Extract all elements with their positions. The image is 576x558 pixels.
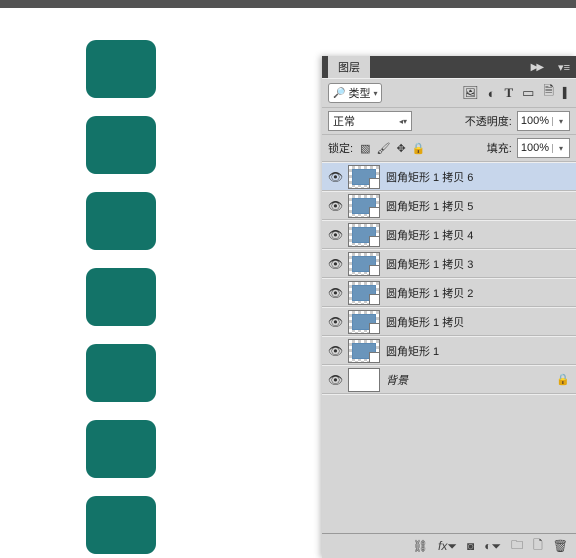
layer-name[interactable]: 圆角矩形 1: [386, 343, 439, 359]
layer-row[interactable]: 👁 圆角矩形 1 拷贝 3: [322, 249, 576, 278]
lock-transparency-icon[interactable]: ▧: [360, 142, 370, 155]
visibility-toggle-icon[interactable]: 👁: [328, 286, 342, 300]
visibility-toggle-icon[interactable]: 👁: [328, 257, 342, 271]
layers-list: 👁 圆角矩形 1 拷贝 6 👁 圆角矩形 1 拷贝 5 👁 圆角矩形 1 拷贝 4 👁 圆角矩…: [322, 162, 576, 394]
rounded-rect-shape[interactable]: [86, 496, 156, 554]
search-icon: 🔎: [333, 88, 345, 99]
rounded-rect-shape[interactable]: [86, 344, 156, 402]
layer-row[interactable]: 👁 圆角矩形 1: [322, 336, 576, 365]
blend-mode-value: 正常: [333, 113, 355, 129]
shape-thumbnail[interactable]: [348, 165, 380, 189]
rounded-rect-shape[interactable]: [86, 268, 156, 326]
lock-icon: 🔒: [556, 373, 570, 386]
layer-style-icon[interactable]: fx⏷: [438, 539, 457, 554]
layer-name[interactable]: 圆角矩形 1 拷贝 5: [386, 198, 473, 214]
visibility-toggle-icon[interactable]: 👁: [328, 170, 342, 184]
expand-tabs-icon[interactable]: ▶▶: [531, 62, 542, 73]
layer-row[interactable]: 👁 圆角矩形 1 拷贝 4: [322, 220, 576, 249]
layer-row[interactable]: 👁 圆角矩形 1 拷贝 2: [322, 278, 576, 307]
layers-panel: 图层 ▶▶ ▾≡ 🔎 类型 ▾ 🖼 ◐ T ▭ 🗎 ▌ 正常 ◂▾ 不透明度: …: [322, 56, 576, 558]
layer-kind-filter[interactable]: 🔎 类型 ▾: [328, 83, 382, 103]
canvas-shapes: [86, 40, 156, 554]
tab-layers[interactable]: 图层: [328, 56, 370, 78]
layer-name[interactable]: 背景: [386, 372, 408, 388]
visibility-toggle-icon[interactable]: 👁: [328, 228, 342, 242]
layer-row[interactable]: 👁 圆角矩形 1 拷贝 5: [322, 191, 576, 220]
lock-image-icon[interactable]: 🖌: [376, 142, 390, 155]
shape-thumbnail[interactable]: [348, 194, 380, 218]
panel-footer: ⛓ fx⏷ ◙ ◐⏷ 🗀 🗋 🗑: [322, 533, 576, 558]
pixel-filter-icon[interactable]: 🖼: [462, 85, 479, 101]
lock-fill-row: 锁定: ▧ 🖌 ✥ 🔒 填充: 100% ▾: [322, 135, 576, 162]
lock-label: 锁定:: [328, 140, 353, 156]
opacity-field[interactable]: 100% ▾: [517, 111, 570, 131]
new-layer-icon[interactable]: 🗋: [533, 536, 543, 557]
adjustment-layer-icon[interactable]: ◐⏷: [484, 539, 501, 554]
lock-all-icon[interactable]: 🔒: [412, 142, 426, 155]
bg-thumbnail[interactable]: [348, 368, 380, 392]
shape-thumbnail[interactable]: [348, 281, 380, 305]
visibility-toggle-icon[interactable]: 👁: [328, 373, 342, 387]
rounded-rect-shape[interactable]: [86, 192, 156, 250]
rounded-rect-shape[interactable]: [86, 116, 156, 174]
layer-row[interactable]: 👁 圆角矩形 1 拷贝: [322, 307, 576, 336]
layer-name[interactable]: 圆角矩形 1 拷贝 4: [386, 227, 473, 243]
shape-thumbnail[interactable]: [348, 339, 380, 363]
shape-filter-icon[interactable]: ▭: [522, 85, 534, 101]
chevron-down-icon: ◂▾: [399, 117, 407, 126]
layer-mask-icon[interactable]: ◙: [467, 539, 474, 553]
blend-opacity-row: 正常 ◂▾ 不透明度: 100% ▾: [322, 108, 576, 135]
layer-name[interactable]: 圆角矩形 1 拷贝 2: [386, 285, 473, 301]
fill-field[interactable]: 100% ▾: [517, 138, 570, 158]
layer-row[interactable]: 👁 圆角矩形 1 拷贝 6: [322, 162, 576, 191]
layers-empty-area[interactable]: [322, 394, 576, 545]
layer-row[interactable]: 👁 背景 🔒: [322, 365, 576, 394]
kind-label: 类型: [348, 85, 370, 101]
layer-kind-row: 🔎 类型 ▾ 🖼 ◐ T ▭ 🗎 ▌: [322, 78, 576, 108]
blend-mode-select[interactable]: 正常 ◂▾: [328, 111, 412, 131]
visibility-toggle-icon[interactable]: 👁: [328, 199, 342, 213]
lock-position-icon[interactable]: ✥: [396, 142, 405, 155]
filter-toggle-icon[interactable]: ▌: [563, 88, 570, 99]
fill-label: 填充:: [487, 140, 512, 156]
chevron-down-icon: ▾: [373, 89, 377, 98]
rounded-rect-shape[interactable]: [86, 420, 156, 478]
chevron-down-icon: ▾: [552, 117, 569, 126]
opacity-value: 100%: [518, 115, 552, 127]
panel-menu-icon[interactable]: ▾≡: [558, 61, 570, 74]
shape-thumbnail[interactable]: [348, 310, 380, 334]
type-filter-icon[interactable]: T: [504, 85, 513, 101]
rounded-rect-shape[interactable]: [86, 40, 156, 98]
visibility-toggle-icon[interactable]: 👁: [328, 315, 342, 329]
shape-thumbnail[interactable]: [348, 252, 380, 276]
delete-layer-icon[interactable]: 🗑: [553, 539, 568, 553]
opacity-label: 不透明度:: [465, 113, 512, 129]
chevron-down-icon: ▾: [552, 144, 569, 153]
layer-name[interactable]: 圆角矩形 1 拷贝 6: [386, 169, 473, 185]
fill-value: 100%: [518, 142, 552, 154]
layer-name[interactable]: 圆角矩形 1 拷贝 3: [386, 256, 473, 272]
layer-name[interactable]: 圆角矩形 1 拷贝: [386, 314, 464, 330]
adjustment-filter-icon[interactable]: ◐: [488, 86, 496, 101]
panel-tabs: 图层 ▶▶ ▾≡: [322, 56, 576, 78]
smart-filter-icon[interactable]: 🗎: [543, 82, 553, 104]
filter-icons: 🖼 ◐ T ▭ 🗎 ▌: [462, 82, 570, 104]
link-layers-icon[interactable]: ⛓: [413, 539, 428, 553]
visibility-toggle-icon[interactable]: 👁: [328, 344, 342, 358]
shape-thumbnail[interactable]: [348, 223, 380, 247]
new-group-icon[interactable]: 🗀: [511, 536, 523, 557]
